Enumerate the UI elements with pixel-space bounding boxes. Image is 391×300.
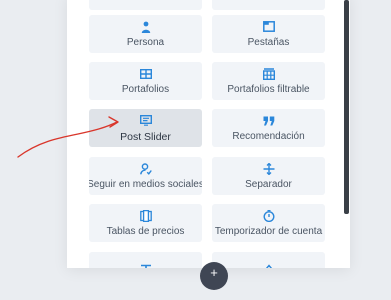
panel-scrollbar[interactable] xyxy=(344,0,349,214)
module-label: Pestañas xyxy=(247,36,290,48)
countdown-timer-icon xyxy=(263,209,275,223)
module-label: Recomendación xyxy=(232,130,305,142)
module-tile-portafolios-filtrable[interactable]: Portafolios filtrable xyxy=(212,62,325,100)
module-label: Temporizador de cuenta xyxy=(214,225,323,237)
module-label: Portafolios xyxy=(121,83,170,95)
module-label: Tablas de precios xyxy=(106,225,185,237)
module-label: Seguir en medios sociales xyxy=(89,178,202,190)
divider-icon xyxy=(263,162,275,176)
pricing-tables-icon xyxy=(139,209,152,223)
module-label: Separador xyxy=(245,178,292,190)
toggle-icon xyxy=(263,263,275,268)
module-tile-toggle[interactable] xyxy=(212,252,325,268)
insert-module-panel: Persona Pestañas Portafolios Portafolios… xyxy=(67,0,350,268)
text-icon xyxy=(140,263,152,268)
post-slider-icon xyxy=(139,114,152,128)
module-tile-social-follow[interactable]: Seguir en medios sociales xyxy=(89,157,202,195)
social-follow-icon xyxy=(139,162,152,176)
module-tile-post-slider[interactable]: Post Slider xyxy=(89,109,202,147)
person-icon xyxy=(140,20,152,34)
builder-stage: Persona Pestañas Portafolios Portafolios… xyxy=(0,0,391,300)
module-label: Portafolios filtrable xyxy=(227,83,310,95)
quote-icon xyxy=(263,114,275,128)
module-tile-pricing-tables[interactable]: Tablas de precios xyxy=(89,204,202,242)
module-label: Persona xyxy=(126,36,165,48)
module-tile[interactable] xyxy=(89,0,202,10)
module-tile-recomendacion[interactable]: Recomendación xyxy=(212,109,325,147)
portfolio-grid-icon xyxy=(139,67,152,81)
tabs-icon xyxy=(262,20,275,34)
filterable-portfolio-icon xyxy=(262,67,275,81)
add-label: + xyxy=(210,264,218,280)
module-tile-text[interactable] xyxy=(89,252,202,268)
module-tile-portafolios[interactable]: Portafolios xyxy=(89,62,202,100)
add-module-button[interactable]: + xyxy=(200,262,228,290)
module-tile[interactable] xyxy=(212,0,325,10)
module-tile-persona[interactable]: Persona xyxy=(89,15,202,53)
module-tile-pestanas[interactable]: Pestañas xyxy=(212,15,325,53)
module-label: Post Slider xyxy=(120,130,171,143)
module-tile-countdown[interactable]: Temporizador de cuenta xyxy=(212,204,325,242)
module-tile-separador[interactable]: Separador xyxy=(212,157,325,195)
